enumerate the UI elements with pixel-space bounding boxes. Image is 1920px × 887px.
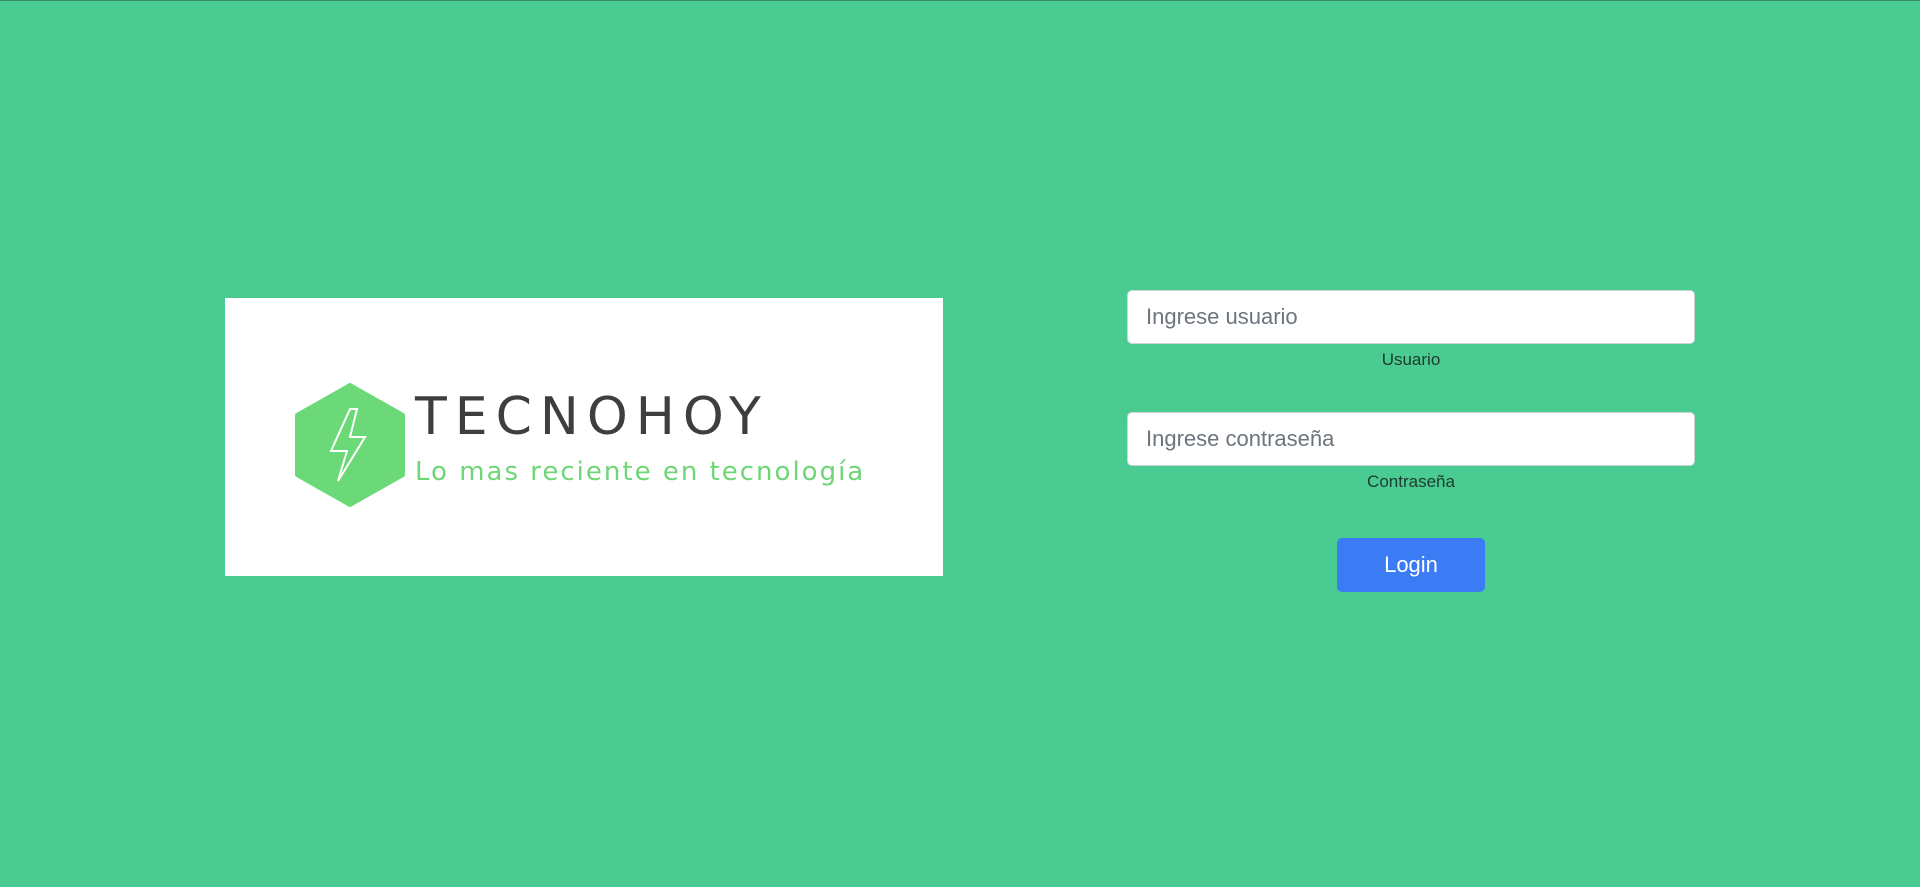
lightning-hexagon-icon xyxy=(295,383,405,507)
username-field-group: Usuario xyxy=(1127,290,1695,370)
brand-name: TECNOHOY xyxy=(415,387,769,447)
password-input[interactable] xyxy=(1127,412,1695,466)
login-form: Usuario Contraseña Login xyxy=(1127,290,1695,592)
username-label: Usuario xyxy=(1381,350,1441,369)
password-field-group: Contraseña xyxy=(1127,412,1695,492)
login-button[interactable]: Login xyxy=(1337,538,1485,592)
logo-card: TECNOHOY Lo mas reciente en tecnología xyxy=(225,298,943,576)
brand-tagline: Lo mas reciente en tecnología xyxy=(415,457,866,487)
password-label: Contraseña xyxy=(1367,472,1455,491)
username-input[interactable] xyxy=(1127,290,1695,344)
